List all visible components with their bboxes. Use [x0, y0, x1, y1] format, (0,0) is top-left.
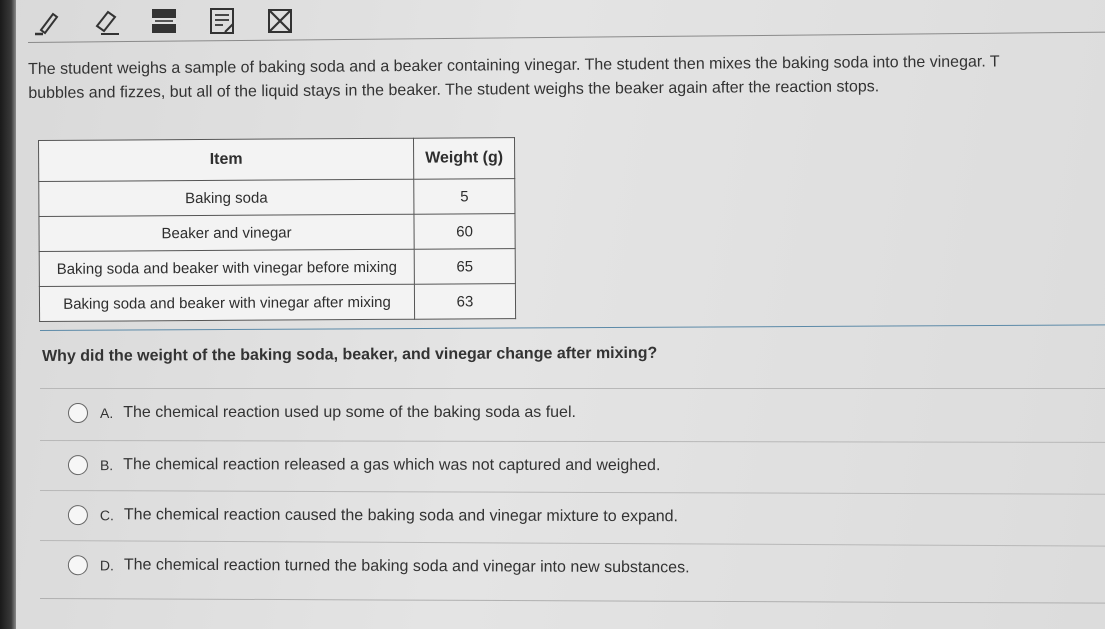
weight-cell: 65: [414, 248, 516, 285]
screen-bezel: [0, 0, 16, 629]
notepad-icon[interactable]: [206, 5, 238, 37]
line-reader-icon[interactable]: [148, 5, 180, 37]
choices-bottom-divider: [39, 598, 1105, 604]
column-header-item: Item: [38, 138, 414, 182]
table-row: Baking soda 5: [38, 178, 515, 217]
choice-d[interactable]: D. The chemical reaction turned the baki…: [39, 540, 1105, 595]
table-header-row: Item Weight (g): [38, 137, 515, 182]
item-cell: Beaker and vinegar: [38, 214, 415, 252]
answer-eliminator-icon[interactable]: [264, 5, 296, 37]
question-prompt: Why did the weight of the baking soda, b…: [42, 344, 658, 365]
choice-text: The chemical reaction caused the baking …: [123, 506, 679, 526]
weight-cell: 63: [414, 283, 516, 320]
choice-letter: C.: [99, 507, 114, 524]
table-row: Beaker and vinegar 60: [38, 213, 516, 252]
radio-button[interactable]: [68, 403, 88, 423]
radio-button[interactable]: [67, 455, 88, 476]
radio-button[interactable]: [67, 555, 88, 576]
question-passage: The student weighs a sample of baking so…: [28, 50, 1105, 106]
choice-text: The chemical reaction used up some of th…: [123, 404, 576, 421]
choice-letter: A.: [100, 405, 114, 421]
radio-button[interactable]: [67, 505, 88, 526]
choice-b[interactable]: B. The chemical reaction released a gas …: [39, 440, 1105, 491]
pencil-icon[interactable]: [32, 5, 64, 37]
weight-cell: 60: [413, 213, 516, 250]
item-cell: Baking soda and beaker with vinegar befo…: [39, 249, 415, 287]
toolbar: [28, 0, 332, 42]
choice-text: The chemical reaction turned the baking …: [123, 556, 690, 577]
choice-letter: B.: [99, 457, 114, 474]
weight-table: Item Weight (g) Baking soda 5 Beaker and…: [38, 137, 517, 322]
table-row: Baking soda and beaker with vinegar befo…: [39, 248, 516, 287]
eraser-icon[interactable]: [90, 5, 122, 37]
column-header-weight: Weight (g): [413, 137, 515, 180]
weight-cell: 5: [413, 178, 515, 215]
choice-text: The chemical reaction released a gas whi…: [123, 456, 661, 475]
choice-c[interactable]: C. The chemical reaction caused the baki…: [39, 490, 1105, 543]
item-cell: Baking soda: [38, 179, 414, 217]
choice-a[interactable]: A. The chemical reaction used up some of…: [40, 388, 1105, 437]
section-divider: [39, 324, 1105, 331]
item-cell: Baking soda and beaker with vinegar afte…: [39, 284, 415, 322]
table-row: Baking soda and beaker with vinegar afte…: [39, 283, 516, 322]
choice-letter: D.: [99, 557, 114, 574]
